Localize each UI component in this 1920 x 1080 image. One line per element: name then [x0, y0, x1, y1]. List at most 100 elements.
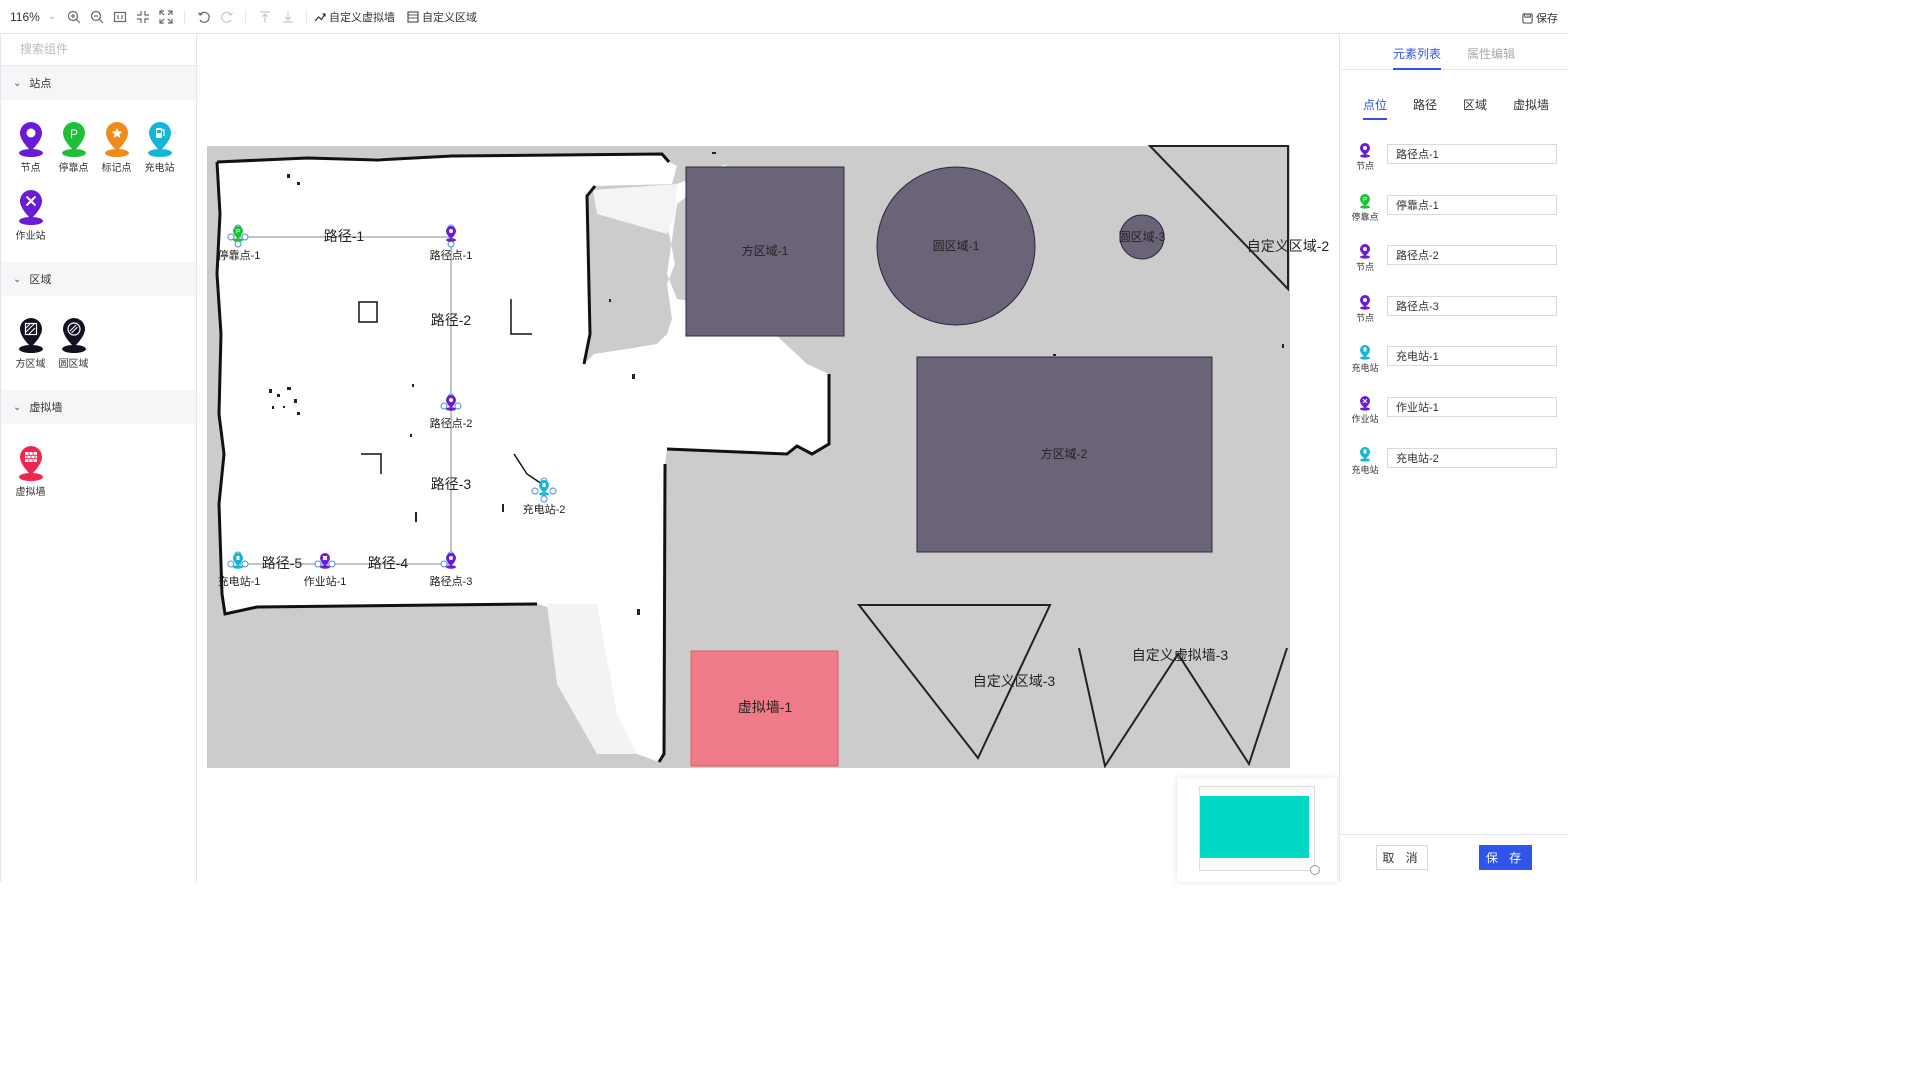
- circle-area-3-label: 圆区域-3: [1119, 230, 1166, 244]
- tools-pin-icon: [1360, 395, 1370, 411]
- star-pin-icon: [104, 122, 129, 157]
- path-point-2-label: 路径点-2: [430, 417, 473, 430]
- component-panel: ⌄ 站点 节点 P 停靠点 标记点 充电站 作业站 ⌄ 区域 方区域: [0, 34, 197, 882]
- minimap[interactable]: [1177, 778, 1337, 882]
- path-5-label: 路径-5: [262, 555, 303, 571]
- square-area-2-label: 方区域-2: [1041, 446, 1088, 461]
- component-label: 标记点: [101, 163, 132, 174]
- component-workstation[interactable]: 作业站: [9, 188, 52, 256]
- component-circle-area[interactable]: 圆区域: [52, 316, 95, 384]
- cancel-button[interactable]: 取 消: [1376, 845, 1428, 870]
- svg-text:P: P: [69, 127, 77, 141]
- element-type: 充电站: [1351, 464, 1379, 475]
- parking-pin-icon: P: [61, 122, 86, 157]
- charge-station-1-label: 充电站-1: [218, 574, 261, 588]
- undo-icon[interactable]: [192, 7, 215, 27]
- list-item: P 停靠点: [1340, 193, 1568, 244]
- redo-icon[interactable]: [215, 7, 238, 27]
- zoom-select[interactable]: 116% ⌄: [10, 10, 62, 24]
- minimap-resize-handle[interactable]: [1310, 865, 1320, 875]
- path-4-label: 路径-4: [368, 555, 409, 571]
- actual-size-icon[interactable]: [108, 7, 131, 27]
- path-3-label: 路径-3: [431, 476, 472, 492]
- tab-points[interactable]: 点位: [1363, 96, 1388, 120]
- element-name-input[interactable]: [1387, 194, 1557, 215]
- polyline-icon: [314, 12, 326, 21]
- zoom-in-icon[interactable]: [62, 7, 85, 27]
- element-name-input[interactable]: [1387, 346, 1557, 367]
- send-to-bottom-icon[interactable]: [276, 7, 299, 27]
- element-name-input[interactable]: [1387, 447, 1557, 468]
- element-name-input[interactable]: [1387, 245, 1557, 266]
- component-marker[interactable]: 标记点: [95, 120, 138, 188]
- custom-wall-label: 自定义虚拟墙: [329, 11, 395, 24]
- search-input[interactable]: [20, 42, 180, 56]
- zoom-out-icon[interactable]: [85, 7, 108, 27]
- wall-components: 虚拟墙: [1, 424, 196, 518]
- element-type: 作业站: [1351, 413, 1379, 424]
- chevron-down-icon: ⌄: [13, 401, 22, 413]
- area-components: 方区域 圆区域: [1, 296, 196, 390]
- custom-area-tool[interactable]: 自定义区域: [407, 9, 477, 25]
- map-svg[interactable]: 方区域-1 圆区域-1 圆区域-3 自定义区域-2 方区域-2 自定义区域-3 …: [197, 34, 1339, 882]
- circle-area-1-label: 圆区域-1: [933, 239, 980, 253]
- element-list: 节点 P 停靠点 节点 节点 充电站 作业站 充电站: [1340, 120, 1568, 496]
- tab-property-edit[interactable]: 属性编辑: [1467, 45, 1515, 70]
- custom-area-label: 自定义区域: [422, 11, 477, 24]
- element-type: 充电站: [1351, 363, 1379, 374]
- section-title: 虚拟墙: [29, 402, 63, 414]
- charge-station-2-label: 充电站-2: [523, 502, 566, 516]
- component-label: 作业站: [15, 231, 46, 242]
- component-node[interactable]: 节点: [9, 120, 52, 188]
- save-button[interactable]: 保 存: [1479, 845, 1532, 870]
- virtual-wall-1-label: 虚拟墙-1: [738, 699, 793, 715]
- fullscreen-icon[interactable]: [154, 7, 177, 27]
- component-charging[interactable]: 充电站: [138, 120, 181, 188]
- section-title: 区域: [29, 274, 52, 286]
- tab-element-list[interactable]: 元素列表: [1392, 45, 1441, 70]
- tools-pin-icon: [18, 190, 43, 225]
- bring-to-top-icon[interactable]: [253, 7, 276, 27]
- circle-area-pin-icon: [61, 318, 86, 353]
- element-name-input[interactable]: [1387, 295, 1557, 316]
- parking-pin-icon: P: [1360, 193, 1370, 209]
- component-label: 充电站: [144, 163, 175, 174]
- work-station-1-label: 作业站-1: [304, 574, 347, 588]
- node-pin-icon: [18, 122, 43, 157]
- station-components: 节点 P 停靠点 标记点 充电站 作业站: [1, 100, 196, 262]
- node-pin-icon: [1360, 143, 1370, 158]
- element-type-tabs: 点位 路径 区域 虚拟墙: [1340, 70, 1568, 120]
- tab-areas[interactable]: 区域: [1463, 96, 1487, 120]
- panel-footer: 取 消 保 存: [1340, 834, 1569, 882]
- fit-screen-icon[interactable]: [131, 7, 154, 27]
- minimap-viewport[interactable]: [1200, 796, 1309, 858]
- section-stations[interactable]: ⌄ 站点: [1, 66, 196, 100]
- zoom-value: 116%: [10, 9, 40, 24]
- divider: [245, 9, 246, 24]
- element-type: 节点: [1355, 262, 1374, 273]
- area-icon: [407, 11, 419, 22]
- section-areas[interactable]: ⌄ 区域: [1, 262, 196, 296]
- element-name-input[interactable]: [1387, 144, 1557, 164]
- map-canvas[interactable]: 方区域-1 圆区域-1 圆区域-3 自定义区域-2 方区域-2 自定义区域-3 …: [197, 34, 1339, 882]
- section-walls[interactable]: ⌄ 虚拟墙: [1, 390, 196, 424]
- list-item: 充电站: [1340, 446, 1568, 497]
- element-type: 停靠点: [1351, 211, 1379, 222]
- toolbar-save-button[interactable]: 保存: [1522, 10, 1558, 26]
- element-name-input[interactable]: [1387, 396, 1557, 417]
- custom-wall-tool[interactable]: 自定义虚拟墙: [314, 9, 395, 25]
- list-item: 节点: [1340, 294, 1568, 345]
- component-label: 节点: [20, 163, 41, 174]
- component-square-area[interactable]: 方区域: [9, 316, 52, 384]
- custom-virtual-wall-3-label: 自定义虚拟墙-3: [1132, 647, 1229, 663]
- toolbar-save-label: 保存: [1536, 13, 1558, 25]
- tab-paths[interactable]: 路径: [1413, 96, 1437, 120]
- element-type: 节点: [1355, 161, 1374, 171]
- wall-pin-icon: [18, 446, 43, 481]
- divider: [184, 9, 185, 24]
- tab-walls[interactable]: 虚拟墙: [1513, 96, 1549, 120]
- component-virtual-wall[interactable]: 虚拟墙: [9, 444, 52, 512]
- component-parking[interactable]: P 停靠点: [52, 120, 95, 188]
- square-area-pin-icon: [18, 318, 43, 353]
- charging-pin-icon: [147, 122, 172, 157]
